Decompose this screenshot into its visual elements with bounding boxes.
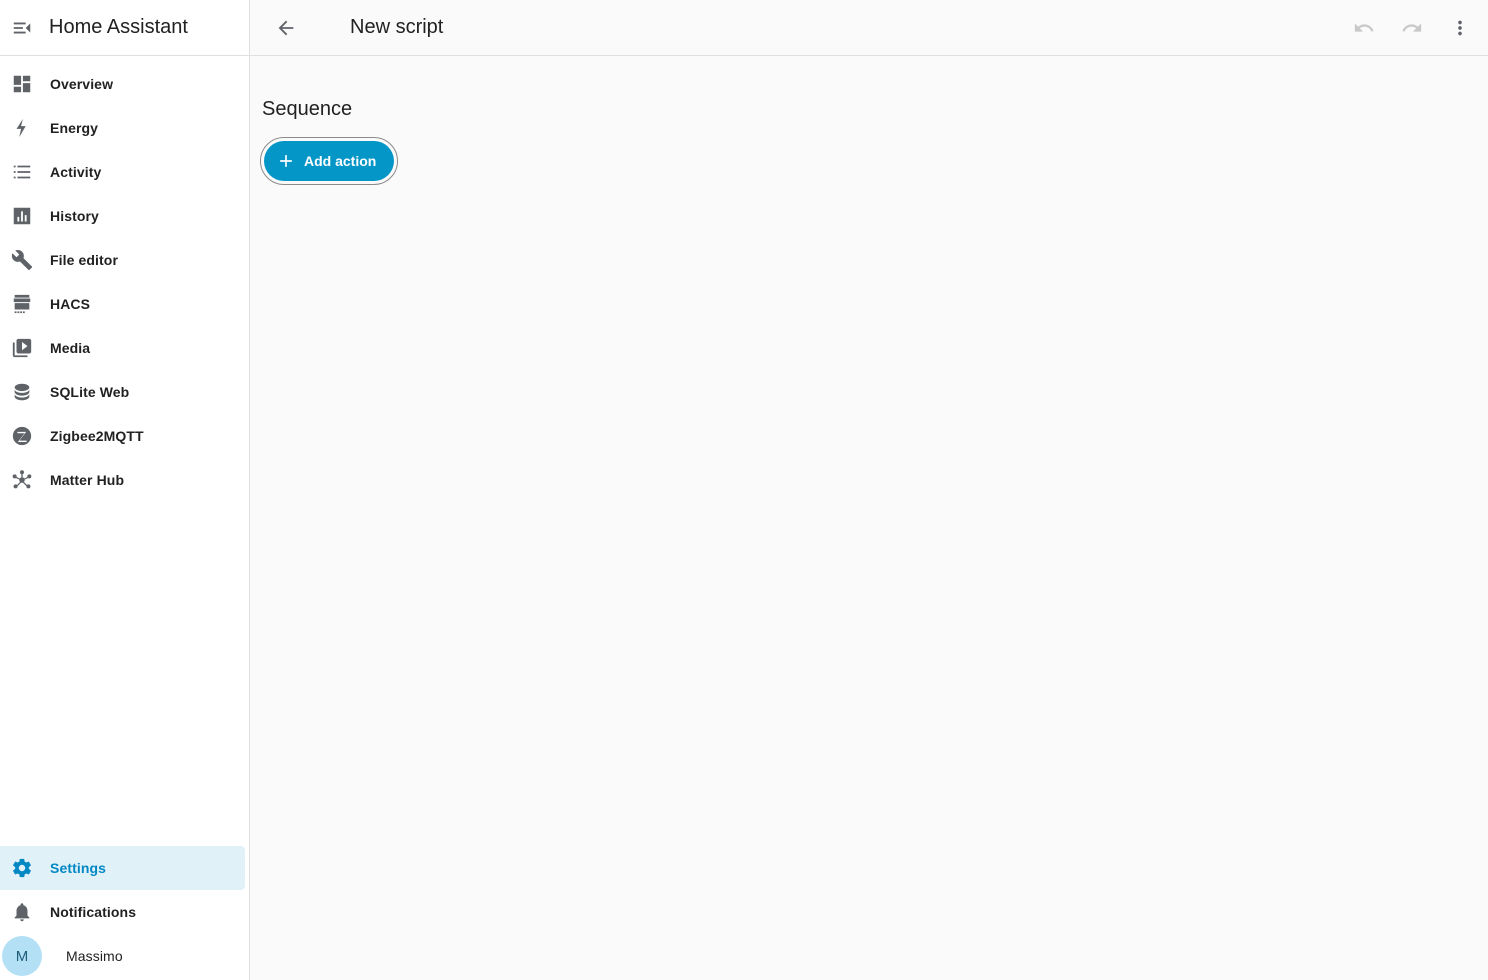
avatar: M [2, 936, 42, 976]
sidebar-item-label: Energy [50, 120, 99, 136]
sidebar-item-zigbee2mqtt[interactable]: Zigbee2MQTT [0, 414, 245, 458]
database-icon [10, 380, 34, 404]
dots-vertical-icon [1458, 20, 1462, 36]
sidebar-title: Home Assistant [49, 16, 188, 38]
undo-icon [1354, 23, 1374, 32]
sidebar-item-matter-hub[interactable]: Matter Hub [0, 458, 245, 502]
sidebar-item-file-editor[interactable]: File editor [0, 238, 245, 282]
user-name: Massimo [66, 948, 123, 964]
lightning-icon [10, 116, 34, 140]
back-button[interactable] [266, 8, 306, 48]
plus-icon [280, 155, 292, 167]
script-editor: Sequence Add action [250, 56, 1488, 185]
add-action-label: Add action [304, 153, 377, 169]
sidebar-item-label: Media [50, 340, 91, 356]
app-root: Home Assistant Overview Energy Activity [0, 0, 1488, 980]
sidebar-bottom: Settings Notifications M Massimo [0, 846, 249, 978]
sidebar-item-label: SQLite Web [50, 384, 130, 400]
topbar: New script [250, 0, 1488, 56]
sidebar-header: Home Assistant [0, 0, 249, 56]
sidebar-item-label: Overview [50, 76, 114, 92]
zigbee-icon [10, 424, 34, 448]
bar-chart-icon [10, 204, 34, 228]
sidebar-item-label: History [50, 208, 99, 224]
sidebar-item-label: Zigbee2MQTT [50, 428, 144, 444]
sidebar-item-activity[interactable]: Activity [0, 150, 245, 194]
main-panel: New script Sequence Add action [250, 0, 1488, 980]
sidebar-nav: Overview Energy Activity History File ed… [0, 56, 249, 502]
gear-icon [10, 856, 34, 880]
hub-icon [10, 468, 34, 492]
sequence-title: Sequence [262, 98, 353, 120]
sidebar-item-hacs[interactable]: HACS [0, 282, 245, 326]
sidebar-item-energy[interactable]: Energy [0, 106, 245, 150]
redo-icon [1402, 23, 1422, 32]
add-action-focus-ring: Add action [260, 137, 399, 185]
undo-button[interactable] [1344, 8, 1384, 48]
sidebar-item-user-profile[interactable]: M Massimo [0, 934, 245, 978]
more-options-button[interactable] [1440, 8, 1480, 48]
hacs-store-icon [10, 292, 34, 316]
sidebar-item-notifications[interactable]: Notifications [0, 890, 245, 934]
arrow-left-icon [278, 20, 294, 35]
wrench-icon [10, 248, 34, 272]
sidebar-item-label: Matter Hub [50, 472, 125, 488]
sidebar-item-settings[interactable]: Settings [0, 846, 245, 890]
sidebar: Home Assistant Overview Energy Activity [0, 0, 250, 980]
sidebar-item-label: Notifications [50, 904, 137, 920]
menu-collapse-icon[interactable] [10, 16, 34, 40]
redo-button[interactable] [1392, 8, 1432, 48]
sidebar-item-media[interactable]: Media [0, 326, 245, 370]
bell-icon [10, 900, 34, 924]
sidebar-item-label: Activity [50, 164, 102, 180]
dashboard-icon [10, 72, 34, 96]
sidebar-item-sqlite-web[interactable]: SQLite Web [0, 370, 245, 414]
add-action-button[interactable]: Add action [264, 141, 395, 181]
sidebar-item-label: File editor [50, 252, 118, 268]
page-title: New script [350, 16, 444, 38]
sidebar-item-overview[interactable]: Overview [0, 62, 245, 106]
sidebar-item-label: HACS [50, 296, 91, 312]
list-icon [10, 160, 34, 184]
toolbar-actions [1344, 8, 1480, 48]
play-box-icon [10, 336, 34, 360]
sidebar-item-history[interactable]: History [0, 194, 245, 238]
sidebar-item-label: Settings [50, 860, 107, 876]
